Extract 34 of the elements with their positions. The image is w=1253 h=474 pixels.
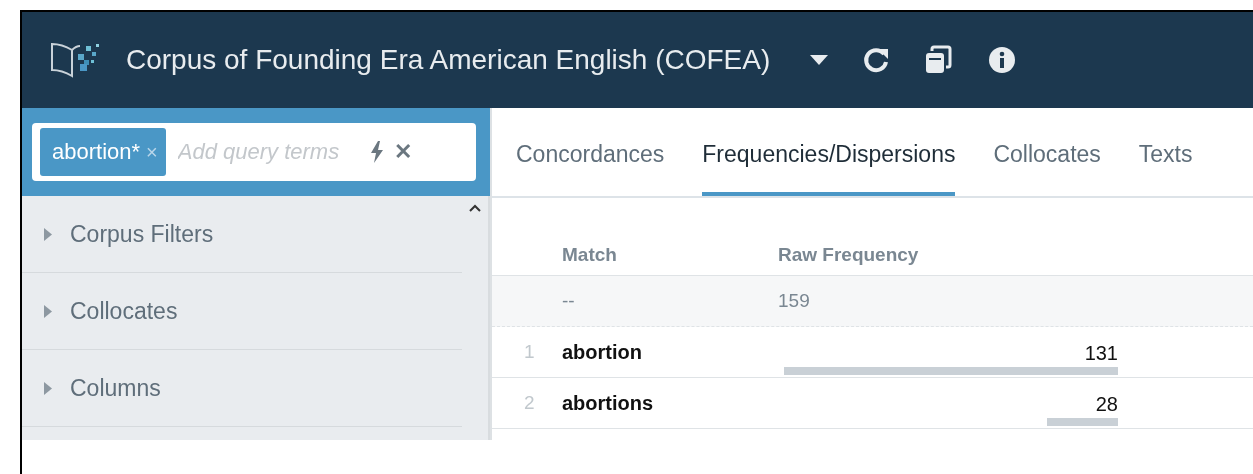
refresh-icon[interactable] [862,46,891,74]
clear-button[interactable]: ✕ [393,139,412,165]
frequency-cell: 131 [1084,342,1118,365]
sidebar-item-label: Corpus Filters [70,220,214,248]
lightning-icon[interactable] [369,141,384,163]
sidebar-item-label: Columns [70,374,161,402]
scroll-up-icon[interactable] [469,204,481,212]
book-logo-icon [50,40,102,80]
sidebar-item-label: Collocates [70,297,178,325]
copy-icon[interactable] [924,45,955,75]
row-number: 2 [523,392,536,414]
match-cell-text: abortions [562,391,655,415]
sidebar-item[interactable]: Collocates [22,273,462,350]
total-frequency: 159 [778,290,811,312]
caret-right-icon [44,304,52,318]
info-icon[interactable] [988,46,1017,74]
column-header[interactable]: Raw Frequency [778,243,1118,266]
app-title: Corpus of Founding Era American English (COFEA) [126,44,771,76]
token-label: abortion* [52,139,141,165]
total-match: -- [562,290,576,312]
tab[interactable]: Collocates [993,141,1101,196]
sidebar-item[interactable]: Corpus Filters [22,196,462,273]
tab[interactable]: Texts [1138,141,1193,196]
frequency-bar [1046,418,1118,426]
caret-right-icon [44,381,52,395]
frequency-cell: 28 [1095,393,1118,416]
caret-right-icon [44,227,52,241]
column-header[interactable]: Match [562,243,778,266]
dropdown-caret-icon[interactable] [810,55,829,65]
row-number: 1 [523,341,536,363]
tab[interactable]: Frequencies/Dispersions [702,141,956,196]
sidebar-item[interactable]: Columns [22,350,462,427]
match-cell-text: abortion [562,340,643,364]
tab[interactable]: Concordances [516,141,665,196]
